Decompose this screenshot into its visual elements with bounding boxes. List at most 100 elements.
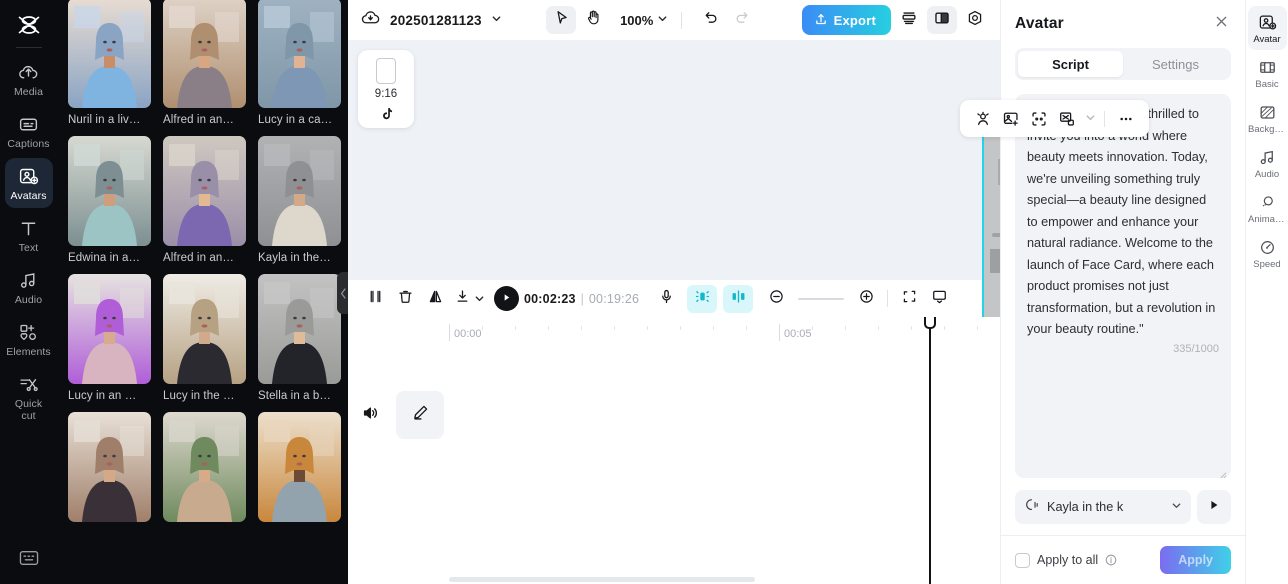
avatar-thumbnail[interactable] <box>68 274 151 384</box>
apply-button[interactable]: Apply <box>1160 546 1231 574</box>
sidebar-item-quick-cut[interactable]: Quick cut <box>5 366 53 428</box>
tool-rail-item-animation[interactable]: Animat… <box>1248 186 1287 230</box>
avatar-card[interactable]: Kayla in the… <box>258 136 341 264</box>
collapse-panel-handle[interactable] <box>337 272 348 314</box>
script-textarea-container[interactable]: "Hello, gorgeous! I'm thrilled to invite… <box>1015 94 1231 479</box>
project-title: 202501281123 <box>390 12 482 28</box>
mirror-button[interactable] <box>420 285 450 313</box>
more-horizontal-icon[interactable] <box>1113 106 1139 132</box>
settings-button[interactable] <box>960 6 990 34</box>
play-button[interactable] <box>494 286 519 311</box>
avatar-card[interactable]: Alfred in an… <box>163 0 246 126</box>
chevron-down-icon[interactable] <box>474 293 485 304</box>
cursor-arrow-icon <box>553 9 570 31</box>
avatar-card[interactable]: Nuril in a liv… <box>68 0 151 126</box>
tool-rail-item-avatar[interactable]: Avatar <box>1247 6 1287 50</box>
close-panel-button[interactable] <box>1211 14 1231 34</box>
select-tool-button[interactable] <box>546 6 577 34</box>
zoom-out-button[interactable] <box>761 285 791 313</box>
preview-monitor-button[interactable] <box>924 285 954 313</box>
split-clip-button[interactable] <box>360 285 390 313</box>
track-mute-button[interactable] <box>348 404 392 427</box>
info-circle-icon[interactable] <box>1105 554 1117 566</box>
chevron-down-icon[interactable] <box>491 11 502 29</box>
hand-tool-button[interactable] <box>578 6 608 34</box>
track-controls-row <box>348 391 1000 439</box>
fit-screen-button[interactable] <box>894 285 924 313</box>
remove-bg-icon[interactable] <box>1054 106 1080 132</box>
avatar-thumbnail[interactable] <box>258 274 341 384</box>
aspect-ratio-card[interactable]: 9:16 <box>358 50 414 128</box>
download-button[interactable] <box>450 285 474 313</box>
sidebar-item-text[interactable]: Text <box>5 210 53 260</box>
sidebar-item-elements[interactable]: Elements <box>5 314 53 364</box>
avatar-card[interactable]: Lucy in a ca… <box>258 0 341 126</box>
avatar-thumbnail[interactable] <box>258 136 341 246</box>
script-input[interactable]: "Hello, gorgeous! I'm thrilled to invite… <box>1027 104 1219 341</box>
avatar-thumbnail[interactable] <box>163 136 246 246</box>
resize-grip-icon[interactable] <box>1218 466 1227 479</box>
avatar-thumbnail[interactable] <box>258 0 341 108</box>
tool-rail-item-basic[interactable]: Basic <box>1248 51 1287 95</box>
apply-to-all-checkbox[interactable] <box>1015 552 1030 568</box>
music-note-icon <box>18 269 40 291</box>
cloud-sync-icon[interactable] <box>360 7 381 33</box>
auto-enhance-button[interactable] <box>687 284 718 313</box>
align-center-button[interactable] <box>723 284 754 313</box>
align-center-icon <box>730 288 747 310</box>
zoom-level-control[interactable]: 100% <box>620 11 668 29</box>
tool-rail-item-background[interactable]: Backgr… <box>1248 96 1287 140</box>
split-clip-icon <box>367 288 384 310</box>
avatar-card[interactable]: Lucy in the … <box>163 274 246 402</box>
upload-icon <box>814 12 828 29</box>
crop-frame-icon[interactable] <box>1026 106 1052 132</box>
hand-icon <box>585 9 602 31</box>
tab-script[interactable]: Script <box>1018 51 1123 77</box>
voice-select[interactable]: Kayla in the k <box>1015 490 1191 524</box>
avatar-thumbnail[interactable] <box>68 412 151 522</box>
undo-button[interactable] <box>695 6 725 34</box>
add-image-icon[interactable] <box>998 106 1024 132</box>
export-button-label: Export <box>833 12 876 28</box>
keyboard-shortcuts-button[interactable] <box>0 549 57 572</box>
zoom-in-button[interactable] <box>851 285 881 313</box>
split-layout-button[interactable] <box>926 6 957 34</box>
avatar-thumbnail[interactable] <box>68 136 151 246</box>
stack-layers-button[interactable] <box>894 6 924 34</box>
playhead-handle-icon[interactable] <box>924 317 936 329</box>
avatar-thumbnail[interactable] <box>163 412 246 522</box>
zoom-in-icon <box>858 288 875 310</box>
voice-preview-button[interactable] <box>1197 490 1231 524</box>
tool-rail-item-speed[interactable]: Speed <box>1248 231 1287 275</box>
track-edit-button[interactable] <box>396 391 444 439</box>
avatar-thumbnail[interactable] <box>163 274 246 384</box>
avatar-thumbnail[interactable] <box>68 0 151 108</box>
sidebar-item-captions[interactable]: Captions <box>5 106 53 156</box>
delete-button[interactable] <box>390 285 420 313</box>
chevron-down-icon[interactable] <box>1085 110 1096 128</box>
avatar-card[interactable] <box>163 412 246 522</box>
sidebar-item-media[interactable]: Media <box>5 54 53 104</box>
sidebar-item-audio[interactable]: Audio <box>5 262 53 312</box>
sidebar-item-avatars[interactable]: Avatars <box>4 158 53 208</box>
timeline-zoom-slider[interactable] <box>798 297 845 300</box>
avatar-card[interactable] <box>258 412 341 522</box>
avatar-thumbnail[interactable] <box>163 0 246 108</box>
redo-button[interactable] <box>727 6 757 34</box>
avatar-card[interactable]: Lucy in an … <box>68 274 151 402</box>
timeline-horizontal-scrollbar[interactable] <box>449 577 755 582</box>
timeline-ruler[interactable]: 00:00 00:05 00:10 <box>348 317 1000 345</box>
timeline-playhead[interactable] <box>924 317 936 584</box>
avatar-card[interactable]: Edwina in a… <box>68 136 151 264</box>
avatar-card[interactable] <box>68 412 151 522</box>
tool-rail-item-audio[interactable]: Audio <box>1248 141 1287 185</box>
tab-settings[interactable]: Settings <box>1123 51 1228 77</box>
microphone-button[interactable] <box>651 285 681 313</box>
music-note-icon <box>1257 147 1277 167</box>
avatar-card[interactable]: Alfred in an… <box>163 136 246 264</box>
avatar-thumbnail[interactable] <box>258 412 341 522</box>
export-button[interactable]: Export <box>801 5 891 35</box>
avatar-card[interactable]: Stella in a b… <box>258 274 341 402</box>
avatar-person-icon[interactable] <box>970 106 996 132</box>
capcut-logo-icon[interactable] <box>14 12 44 38</box>
